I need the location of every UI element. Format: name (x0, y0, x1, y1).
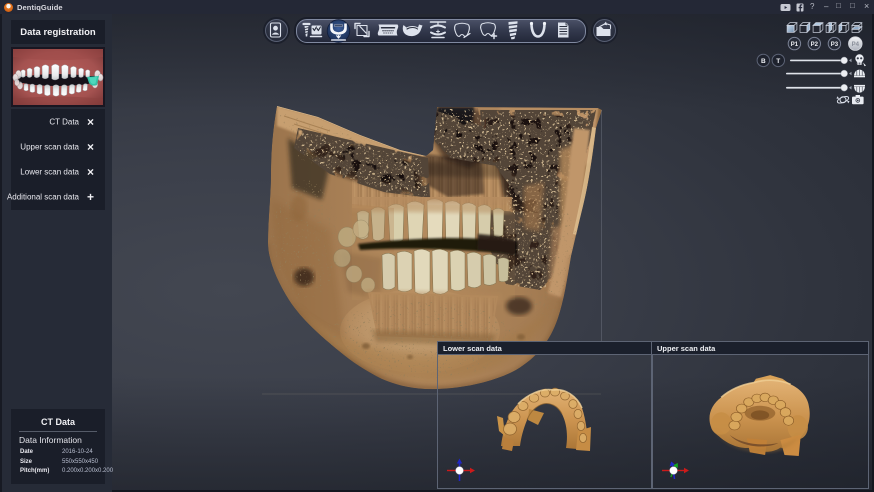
svg-text:P2: P2 (811, 42, 819, 48)
svg-text:P1: P1 (791, 42, 799, 48)
svg-text:P4: P4 (852, 42, 860, 48)
svg-text:T: T (776, 58, 780, 65)
svg-text:P3: P3 (831, 42, 839, 48)
svg-text:B: B (761, 58, 766, 65)
